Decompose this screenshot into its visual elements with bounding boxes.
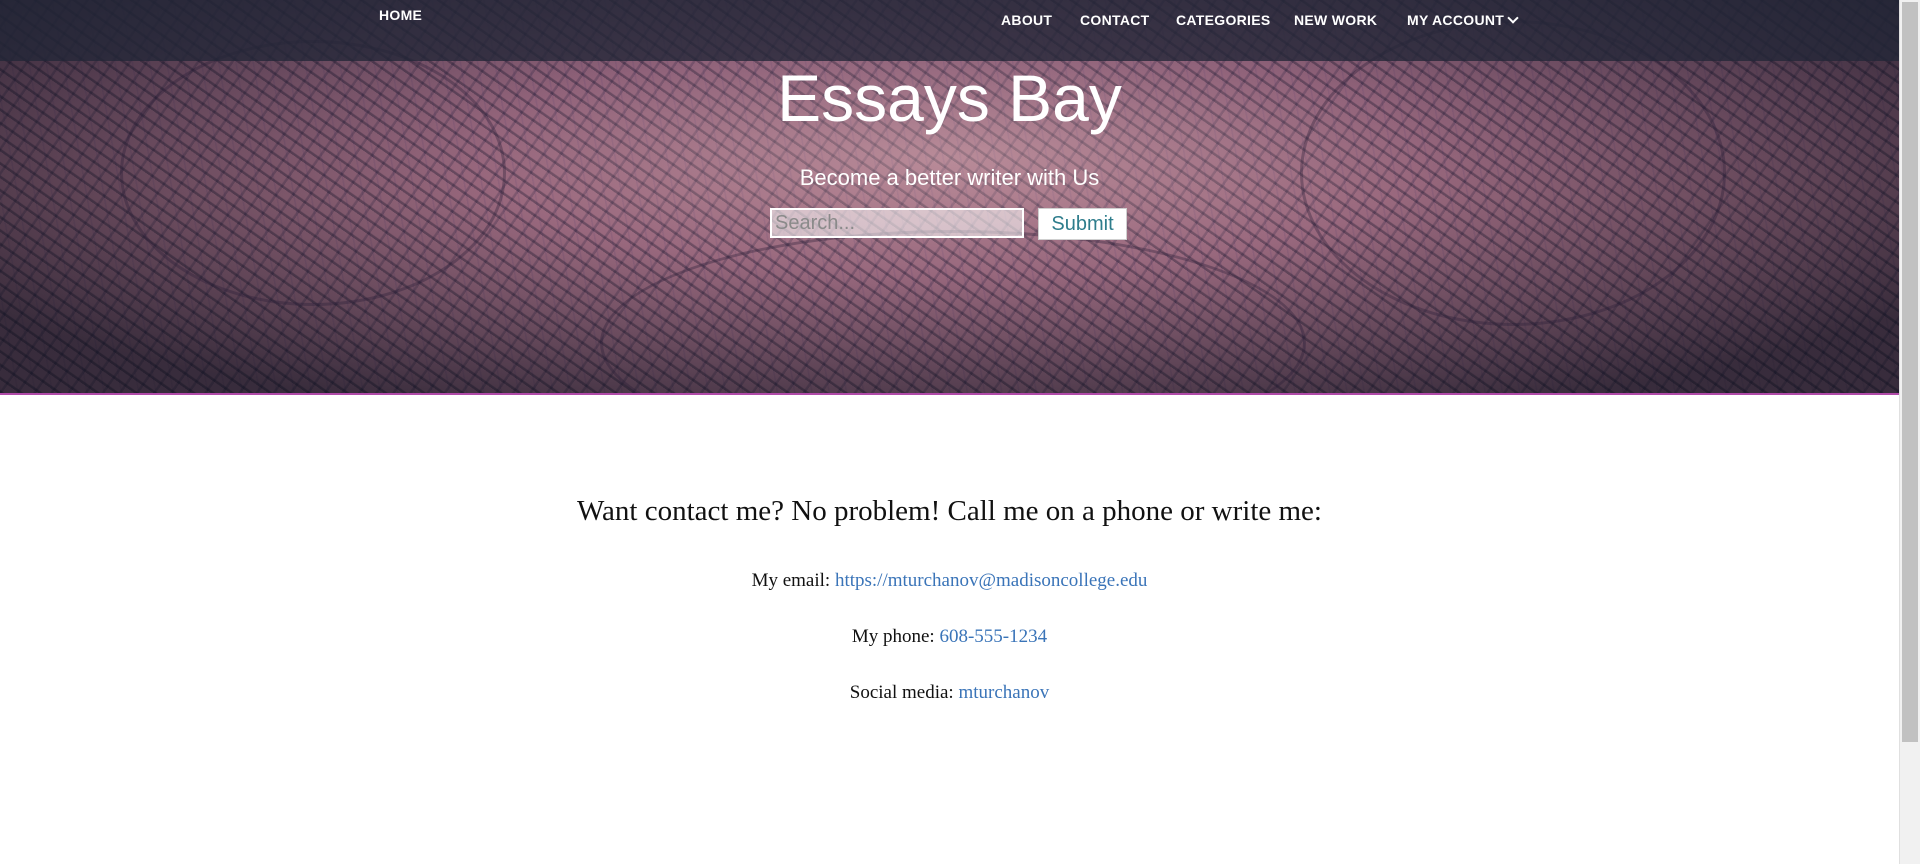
nav-contact-link[interactable]: CONTACT xyxy=(1080,12,1150,28)
nav-my-account-label: MY ACCOUNT xyxy=(1407,12,1505,28)
nav-my-account-dropdown[interactable]: MY ACCOUNT xyxy=(1407,12,1519,28)
phone-line: My phone: 608-555-1234 xyxy=(0,625,1899,649)
contact-heading: Want contact me? No problem! Call me on … xyxy=(577,495,1322,527)
page: HOME ABOUT CONTACT CATEGORIES NEW WORK M… xyxy=(0,0,1920,864)
social-line: Social media: mturchanov xyxy=(0,681,1899,705)
site-tagline: Become a better writer with Us xyxy=(799,165,1100,190)
scrollbar-thumb[interactable] xyxy=(1902,2,1918,742)
top-navbar: HOME ABOUT CONTACT CATEGORIES NEW WORK M… xyxy=(0,0,1899,61)
vertical-scrollbar[interactable] xyxy=(1899,0,1920,864)
nav-home-link[interactable]: HOME xyxy=(379,7,422,23)
hero-banner: HOME ABOUT CONTACT CATEGORIES NEW WORK M… xyxy=(0,0,1899,395)
phone-link[interactable]: 608-555-1234 xyxy=(939,626,1047,647)
phone-label: My phone: xyxy=(851,626,935,647)
social-link[interactable]: mturchanov xyxy=(958,682,1049,703)
hero-texture xyxy=(600,230,1306,393)
nav-about-link[interactable]: ABOUT xyxy=(1001,12,1052,28)
nav-categories-link[interactable]: CATEGORIES xyxy=(1176,12,1271,28)
site-title: Essays Bay xyxy=(777,61,1122,135)
submit-button[interactable]: Submit xyxy=(1038,208,1127,240)
chevron-down-icon xyxy=(1507,12,1519,24)
social-label: Social media: xyxy=(849,682,954,703)
email-link[interactable]: https://mturchanov@madisoncollege.edu xyxy=(835,570,1147,591)
email-label: My email: xyxy=(751,570,831,591)
nav-new-work-link[interactable]: NEW WORK xyxy=(1294,12,1377,28)
email-line: My email: https://mturchanov@madisoncoll… xyxy=(0,569,1899,593)
search-input[interactable] xyxy=(770,208,1024,238)
